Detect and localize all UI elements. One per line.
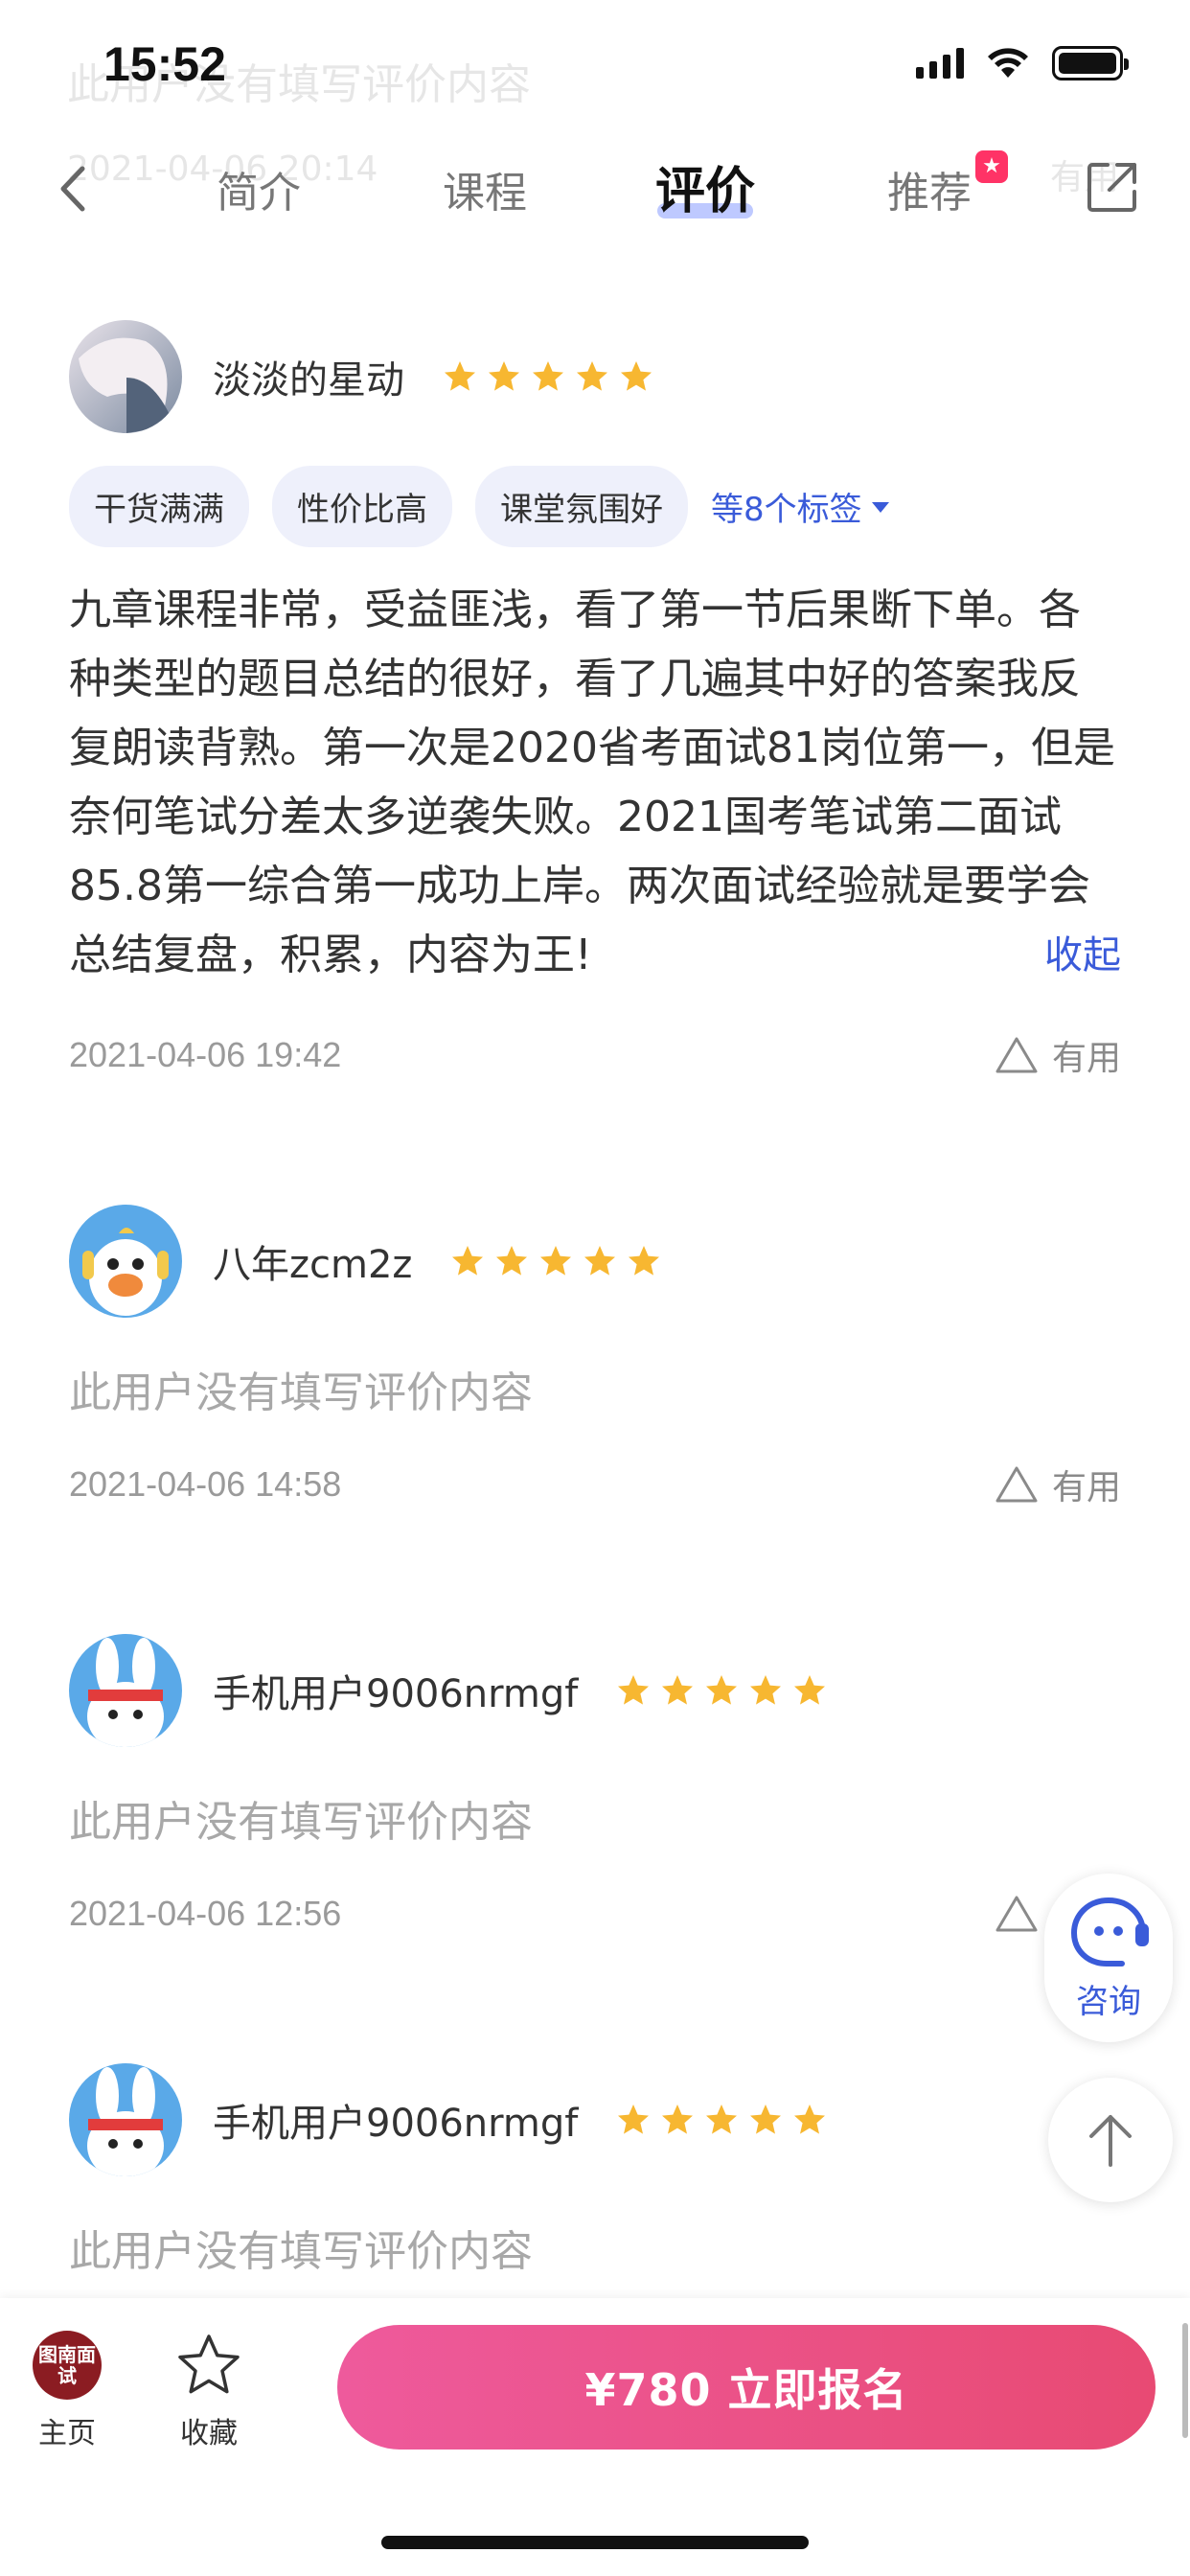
home-label: 主页	[38, 2417, 96, 2450]
arrow-up-icon	[1089, 2115, 1132, 2167]
favorite-button[interactable]: 收藏	[174, 2331, 243, 2451]
star-icon	[794, 2104, 826, 2134]
home-button[interactable]: 图南面试 主页	[33, 2331, 102, 2451]
triangle-icon	[995, 1896, 1038, 1932]
star-icon	[618, 1675, 650, 1705]
tab-recommend[interactable]: 推荐 ★	[887, 150, 1008, 219]
hot-badge-icon: ★	[975, 150, 1008, 183]
review-user-row: 手机用户9006nrmgf	[69, 2058, 1121, 2182]
star-icon	[750, 2104, 782, 2134]
review-tag[interactable]: 干货满满	[69, 466, 249, 547]
scrollbar[interactable]	[1182, 2323, 1188, 2438]
triangle-icon	[995, 1466, 1038, 1503]
reviews-list: 淡淡的星动 干货满满 性价比高 课堂氛围好 等8个标签 九章课程非常，受益匪浅，…	[25, 257, 1165, 2278]
tab-recommend-label: 推荐	[887, 169, 972, 218]
avatar[interactable]	[69, 1205, 182, 1318]
useful-button[interactable]: 有用	[995, 1030, 1121, 1080]
review-item: 八年zcm2z 此用户没有填写评价内容 2021-04-06 14:58 有用	[25, 1199, 1165, 1513]
star-icon	[452, 1246, 484, 1276]
review-username[interactable]: 手机用户9006nrmgf	[213, 2092, 578, 2148]
share-icon	[1087, 163, 1136, 212]
more-tags-button[interactable]: 等8个标签	[711, 483, 891, 530]
star-icon	[445, 361, 475, 391]
bottom-bar: 图南面试 主页 收藏 ¥780 立即报名	[0, 2298, 1190, 2576]
star-icon	[533, 361, 563, 391]
star-icon	[750, 1675, 782, 1705]
review-tags: 干货满满 性价比高 课堂氛围好 等8个标签	[69, 466, 1121, 547]
avatar[interactable]	[69, 1634, 182, 1747]
star-icon	[577, 361, 607, 391]
star-icon	[662, 2104, 694, 2134]
tab-reviews[interactable]: 评价	[655, 150, 755, 222]
review-item: 淡淡的星动 干货满满 性价比高 课堂氛围好 等8个标签 九章课程非常，受益匪浅，…	[25, 314, 1165, 1084]
back-button[interactable]	[50, 155, 98, 222]
tab-intro[interactable]: 简介	[217, 158, 301, 219]
review-text: 此用户没有填写评价内容	[69, 2227, 533, 2276]
star-outline-icon	[178, 2334, 240, 2394]
review-date: 2021-04-06 14:58	[69, 1464, 342, 1504]
share-button[interactable]	[1085, 159, 1140, 215]
rating-stars	[443, 359, 653, 394]
review-text: 九章课程非常，受益匪浅，看了第一节后果断下单。各种类型的题目总结的很好，看了几遍…	[69, 576, 1121, 990]
wifi-icon	[988, 48, 1028, 78]
star-icon	[629, 1246, 660, 1276]
review-user-row: 手机用户9006nrmgf	[69, 1628, 1121, 1753]
star-icon	[496, 1246, 528, 1276]
review-username[interactable]: 淡淡的星动	[213, 349, 404, 404]
review-tag[interactable]: 性价比高	[272, 466, 452, 547]
status-time: 15:52	[103, 37, 226, 91]
review-text-body: 九章课程非常，受益匪浅，看了第一节后果断下单。各种类型的题目总结的很好，看了几遍…	[69, 586, 1115, 979]
rating-stars	[450, 1244, 661, 1278]
star-icon	[618, 2104, 650, 2134]
review-username[interactable]: 手机用户9006nrmgf	[213, 1663, 578, 1718]
triangle-icon	[995, 1037, 1038, 1073]
consult-button[interactable]: 咨询	[1044, 1874, 1173, 2042]
status-icons	[916, 46, 1129, 80]
star-icon	[540, 1246, 572, 1276]
star-icon	[621, 361, 652, 391]
caret-down-icon	[871, 501, 889, 513]
useful-label: 有用	[1051, 1039, 1121, 1078]
review-user-row: 淡淡的星动	[69, 314, 1121, 439]
cellular-signal-icon	[916, 48, 964, 79]
review-date: 2021-04-06 19:42	[69, 1035, 342, 1074]
star-icon	[794, 1675, 826, 1705]
consult-label: 咨询	[1076, 1982, 1141, 2021]
avatar[interactable]	[69, 320, 182, 433]
review-text: 此用户没有填写评价内容	[69, 1368, 533, 1417]
useful-button[interactable]: 有用	[995, 1460, 1121, 1509]
useful-label: 有用	[1051, 1468, 1121, 1507]
back-to-top-button[interactable]	[1048, 2078, 1173, 2202]
avatar[interactable]	[69, 2063, 182, 2176]
rating-stars	[616, 1673, 827, 1708]
review-text: 此用户没有填写评价内容	[69, 1798, 533, 1847]
tab-course[interactable]: 课程	[443, 158, 527, 219]
enroll-button[interactable]: ¥780 立即报名	[337, 2325, 1156, 2450]
review-date: 2021-04-06 12:56	[69, 1894, 342, 1933]
review-username[interactable]: 八年zcm2z	[213, 1233, 412, 1289]
review-user-row: 八年zcm2z	[69, 1199, 1121, 1323]
review-meta: 2021-04-06 12:56 有用	[69, 1885, 1121, 1943]
star-icon	[584, 1246, 616, 1276]
review-meta: 2021-04-06 14:58 有用	[69, 1456, 1121, 1513]
battery-icon	[1052, 46, 1129, 80]
tab-bar: 简介 课程 评价 推荐 ★	[192, 150, 1054, 235]
star-icon	[662, 1675, 694, 1705]
star-icon	[489, 361, 519, 391]
home-logo: 图南面试	[33, 2331, 102, 2400]
review-item: 手机用户9006nrmgf 此用户没有填写评价内容	[25, 2058, 1165, 2278]
rating-stars	[616, 2103, 827, 2137]
review-meta: 2021-04-06 19:42 有用	[69, 1026, 1121, 1084]
home-indicator	[381, 2536, 809, 2549]
star-icon	[706, 1675, 738, 1705]
favorite-label: 收藏	[180, 2417, 238, 2450]
review-tag[interactable]: 课堂氛围好	[475, 466, 688, 547]
customer-service-icon	[1070, 1897, 1149, 1966]
review-item: 手机用户9006nrmgf 此用户没有填写评价内容 2021-04-06 12:…	[25, 1628, 1165, 1943]
more-tags-label: 等8个标签	[711, 491, 862, 529]
collapse-button[interactable]: 收起	[1044, 921, 1121, 990]
top-bar: 此用户没有填写评价内容 2021-04-06 20:14 有用 15:52 简介…	[0, 0, 1190, 257]
star-icon	[706, 2104, 738, 2134]
